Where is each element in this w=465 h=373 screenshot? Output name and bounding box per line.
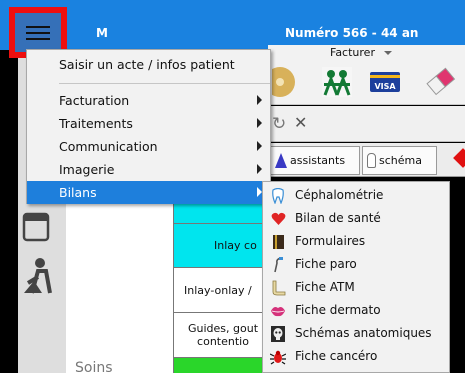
menu-item-label: Facturation xyxy=(59,93,130,108)
visa-text: VISA xyxy=(374,82,396,91)
chevron-right-icon xyxy=(257,141,262,151)
menu-item-label: Communication xyxy=(59,139,158,154)
tab-schema[interactable]: schéma xyxy=(362,146,437,175)
disc-icon[interactable] xyxy=(265,65,302,99)
tab-assistants[interactable]: assistants xyxy=(270,146,360,175)
heart-icon xyxy=(270,210,286,227)
submenu-item-fiche-cancero[interactable]: Fiche cancéro xyxy=(263,345,449,368)
tools-icon[interactable]: ✕ xyxy=(294,113,307,132)
menu-item-communication[interactable]: Communication xyxy=(27,135,270,158)
table-cell[interactable]: Guides, gout contentio xyxy=(173,312,273,358)
people-icon[interactable] xyxy=(320,65,354,99)
submenu-item-fiche-paro[interactable]: Fiche paro xyxy=(263,253,449,276)
hamburger-line xyxy=(26,25,50,28)
submenu-item-label: Formulaires xyxy=(295,234,366,248)
wizard-hat-icon xyxy=(275,153,287,168)
submenu-item-label: Céphalométrie xyxy=(295,188,384,202)
menu-item-label: Bilans xyxy=(59,185,97,200)
patient-title: Numéro 566 - 44 an xyxy=(285,26,419,40)
title-bar: M Numéro 566 - 44 an xyxy=(0,0,465,50)
table-cell[interactable] xyxy=(173,357,273,373)
facturer-label: Facturer xyxy=(330,46,375,59)
submenu-item-label: Fiche cancéro xyxy=(295,349,378,363)
submenu-item-formulaires[interactable]: Formulaires xyxy=(263,230,449,253)
menu-item-label: Traitements xyxy=(59,116,133,131)
submenu-item-bilan-sante[interactable]: Bilan de santé xyxy=(263,207,449,230)
title-lead: M xyxy=(96,26,108,40)
jaw-icon xyxy=(270,279,286,296)
submenu-item-label: Fiche dermato xyxy=(295,303,381,317)
tab-schema-label: schéma xyxy=(379,154,422,167)
skull-icon xyxy=(270,325,286,342)
worker-icon[interactable] xyxy=(22,255,56,295)
table-cell[interactable] xyxy=(173,202,273,224)
book-icon xyxy=(270,233,286,250)
facturer-button[interactable]: Facturer xyxy=(330,46,393,59)
cancer-bug-icon xyxy=(270,348,286,365)
menu-item-facturation[interactable]: Facturation xyxy=(27,89,270,112)
submenu-item-label: Schémas anatomiques xyxy=(295,326,432,340)
submenu-item-label: Bilan de santé xyxy=(295,211,381,225)
menu-item-label: Saisir un acte / infos patient xyxy=(59,56,235,72)
soins-label: Soins xyxy=(75,360,113,373)
bilans-submenu: Céphalométrie Bilan de santé Formulaires… xyxy=(262,181,450,373)
submenu-item-fiche-dermato[interactable]: Fiche dermato xyxy=(263,299,449,322)
chevron-right-icon xyxy=(257,118,262,128)
tooth-icon xyxy=(367,153,376,168)
submenu-item-cephalometrie[interactable]: Céphalométrie xyxy=(263,184,449,207)
main-menu: Saisir un acte / infos patient Facturati… xyxy=(26,49,271,204)
toolbar: Facturer VISA xyxy=(265,45,465,105)
chevron-down-icon xyxy=(384,51,393,55)
hamburger-line xyxy=(26,31,50,34)
red-diamond-icon[interactable] xyxy=(453,148,465,168)
menu-item-saisir-acte[interactable]: Saisir un acte / infos patient xyxy=(27,52,270,76)
table-cell[interactable]: Inlay-onlay / xyxy=(173,267,273,313)
tab-assistants-label: assistants xyxy=(290,154,346,167)
menu-item-traitements[interactable]: Traitements xyxy=(27,112,270,135)
menu-item-label: Imagerie xyxy=(59,162,115,177)
menu-divider xyxy=(59,83,270,84)
menu-item-imagerie[interactable]: Imagerie xyxy=(27,158,270,181)
chevron-right-icon xyxy=(257,95,262,105)
hamburger-line xyxy=(26,37,50,40)
lips-icon xyxy=(270,302,286,319)
eraser-icon[interactable] xyxy=(423,65,457,99)
submenu-item-schemas-anatomiques[interactable]: Schémas anatomiques xyxy=(263,322,449,345)
menu-item-bilans[interactable]: Bilans xyxy=(27,181,270,204)
visa-card-icon[interactable]: VISA xyxy=(366,65,404,99)
secondary-toolbar: ↻ ✕ xyxy=(268,106,465,142)
acts-table: Inlay co Inlay-onlay / Guides, gout cont… xyxy=(173,202,273,373)
submenu-item-fiche-atm[interactable]: Fiche ATM xyxy=(263,276,449,299)
tab-bar: assistants schéma xyxy=(268,143,465,177)
calendar-icon[interactable] xyxy=(22,208,50,242)
submenu-item-label: Fiche paro xyxy=(295,257,357,271)
refresh-icon[interactable]: ↻ xyxy=(272,114,286,134)
chevron-right-icon xyxy=(257,164,262,174)
table-cell[interactable]: Inlay co xyxy=(173,223,273,268)
dental-probe-icon xyxy=(270,256,286,273)
submenu-item-label: Fiche ATM xyxy=(295,280,355,294)
tooth-outline-icon xyxy=(270,187,286,204)
